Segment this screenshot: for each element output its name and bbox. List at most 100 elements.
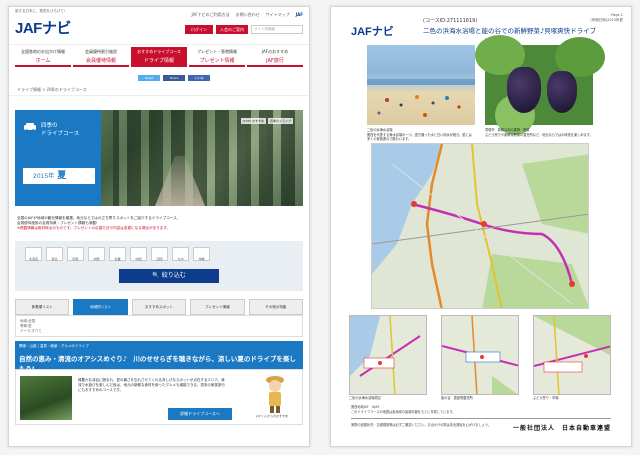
region-kanto[interactable]: 関東 [67,247,84,261]
region-kinki[interactable]: 近畿 [109,247,126,261]
course-category: 関東・山梨 | 温泉・絶景・グルメのドライブ [19,344,89,348]
course-card-body: 緑豊かな渓谷に囲まれ、夏の暑さを忘れさせてくれる涼しげなスポットが点在するエリア… [15,369,303,425]
hero-tags: [TOP] おすすめ 四季のドライブ [240,118,293,124]
hero-title-block: 四季の ドライブコース 2015年夏 [15,110,101,206]
mini-map-2-svg [442,316,518,394]
list-tabs: 新着順リスト 地域別リスト おすすめスポット プレゼント情報 その他の特集 [15,299,304,315]
region-shikoku[interactable]: 四国 [151,247,168,261]
nav-travel-label: JAF旅行 [266,58,284,64]
meta-theme: テーマ:すべて [20,329,42,333]
hero-title-line1: 四季の [41,123,58,129]
global-nav: 全国各地のお出かけ情報 ホーム 会員優待割引施設 会員優待情報 おすすめドライブコー… [15,47,303,67]
region-hokkaido[interactable]: 北海道 [25,247,42,261]
region-chugoku[interactable]: 中国 [130,247,147,261]
share-button[interactable]: Share [163,75,185,81]
region-tohoku[interactable]: 東北 [46,247,63,261]
mini-map-3 [533,315,611,395]
jaf-org-name: 一般社団法人 日本自動車連盟 [512,425,611,432]
beach-caption: 二色の浜海水浴場 関西を代表する海水浴場の一つ。透き通った水と白い砂浜が続き、夏… [367,128,472,141]
nav-home-small: 全国各地のお出かけ情報 [21,49,65,54]
like-button[interactable]: いいね [188,75,210,81]
print-logo: JAFナビ [351,26,394,38]
tab-by-region[interactable]: 地域別リスト [73,299,128,315]
tab-present[interactable]: プレゼント情報 [190,299,245,315]
jaf-link[interactable]: JAF [296,12,303,18]
header-buttons: ログイン 入会のご案内 サイト内検索 [185,25,303,34]
mini-map-2-caption: 能の谷 農産物直売所 [441,396,473,400]
hero-title-line2: ドライブコース [41,131,80,137]
tagline: 旅する日本に、発見をひろげて! [15,9,66,13]
beach-people [367,79,475,117]
region-chubu[interactable]: 中部 [88,247,105,261]
tweet-button[interactable]: Tweet [138,75,160,81]
jafnavi-logo[interactable]: JAFナビ [15,17,71,38]
nav-jaf-travel[interactable]: JAFのおすすめ JAF旅行 [247,47,303,67]
page-info: Page 1 (印刷日時)2015年夏 [590,13,623,23]
filter-button[interactable]: 🔍 絞り込む [119,269,219,283]
mini-map-3-caption: ぶどう狩り・市場 [533,396,559,400]
tab-spots[interactable]: おすすめスポット [131,299,187,315]
nav-member-label: 会員優待情報 [85,58,116,64]
season-name: 夏 [57,171,67,181]
nav-home-label: ホーム [35,58,51,64]
mini-map-1-svg [350,316,421,394]
nav-present-small: プレゼント・懸賞情報 [197,49,237,54]
nav-drive-small: おすすめドライブコース [137,49,181,54]
route-stop-pin [481,221,487,227]
course-detail-button[interactable]: 詳細ドライブコースへ [168,408,232,420]
course-photo[interactable] [20,376,72,420]
filter-button-label: 絞り込む [161,272,186,279]
season-year: 2015年 [33,173,55,180]
course-description: 緑豊かな渓谷に囲まれ、夏の暑さを忘れさせてくれる涼しげなスポットが点在するエリア… [78,378,225,392]
nav-member-small: 会員優待割引施設 [85,49,117,54]
region-kyushu[interactable]: 九州 [172,247,189,261]
link-sitemap[interactable]: サイトマップ [266,12,290,18]
grape-caption: 貝塚市 新鮮な旬の果物・野菜 ぶどう狩りや新鮮な野菜の直売所など、地元ならではの… [485,128,593,137]
course-card-header[interactable]: 関東・山梨 | 温泉・絶景・グルメのドライブ 自然の恵み・清流のオアシスめぐり♪… [15,341,303,373]
region-filter: 北海道 東北 関東 中部 近畿 中国 四国 九州 沖縄 🔍 絞り込む [15,241,303,291]
link-contact[interactable]: お問い合わせ [236,12,260,18]
grape-bunch-2 [547,71,577,113]
season-badge: 2015年夏 [23,168,95,184]
route-start-pin [411,201,417,207]
nav-travel-small: JAFのおすすめ [261,49,289,54]
tab-features[interactable]: その他の特集 [248,299,304,315]
hero-banner: 四季の ドライブコース 2015年夏 [TOP] おすすめ 四季のドライブ [15,110,303,206]
filter-summary: 地域:全国 季節:夏 テーマ:すべて [15,315,303,337]
breadcrumb[interactable]: ドライブ情報 > 四季のドライブコース [9,85,309,96]
nav-member-benefits[interactable]: 会員優待割引施設 会員優待情報 [73,47,129,67]
top-links: JAFナビのご利用方法 お問い合わせ サイトマップ JAF [192,12,303,18]
hero-tag-1[interactable]: [TOP] おすすめ [240,118,266,124]
route-map-svg [372,144,588,308]
nav-drive-info[interactable]: おすすめドライブコース ドライブ情報 [131,47,187,67]
mini-map-3-svg [534,316,610,394]
nav-home[interactable]: 全国各地のお出かけ情報 ホーム [15,47,71,67]
forest-photo [113,110,303,206]
mascot-icon [266,376,284,413]
course-id: (コースID:271111619) [423,18,478,24]
mascot-caption: JAFくんからのおすすめ [256,414,288,418]
mini-map-1-caption: 二色の浜海水浴場周辺 [349,396,381,400]
beach-photo [367,45,475,125]
nav-drive-label: ドライブ情報 [143,58,174,64]
intro-note: ※掲載情報は取材時点のものです。プレゼントの応募方法や内容は変更になる場合があり… [17,226,171,230]
site-search-input[interactable]: サイト内検索 [251,25,303,34]
print-page: JAFナビ (コースID:271111619) 二色の浜海水浴場と能の谷での新鮮… [330,6,632,447]
print-footer-disclaimer: 実際の道路状況・交通規制等は必ずご確認ください。お出かけの際は安全運転を心がけま… [351,423,492,427]
mini-map-2 [441,315,519,395]
tab-newest[interactable]: 新着順リスト [15,299,70,315]
intro-text: 全国のJAFが地域の観光情報を厳選。地元ならではの立ち寄りスポットをご紹介するド… [9,206,309,231]
grape-bunch-1 [507,67,541,113]
nav-present[interactable]: プレゼント・懸賞情報 プレゼント情報 [189,47,245,67]
region-list: 北海道 東北 関東 中部 近畿 中国 四国 九州 沖縄 [15,241,303,261]
link-usage[interactable]: JAFナビのご利用方法 [192,12,230,18]
print-date: (印刷日時)2015年夏 [590,18,623,22]
hero-tag-2[interactable]: 四季のドライブ [267,118,293,124]
hero-title: 四季の ドライブコース [41,122,79,138]
mini-map-1 [349,315,427,395]
login-button[interactable]: ログイン [185,25,213,34]
membership-button[interactable]: 入会のご案内 [216,25,248,34]
region-okinawa[interactable]: 沖縄 [193,247,210,261]
search-icon: 🔍 [152,272,162,279]
footer-divider [351,418,611,419]
